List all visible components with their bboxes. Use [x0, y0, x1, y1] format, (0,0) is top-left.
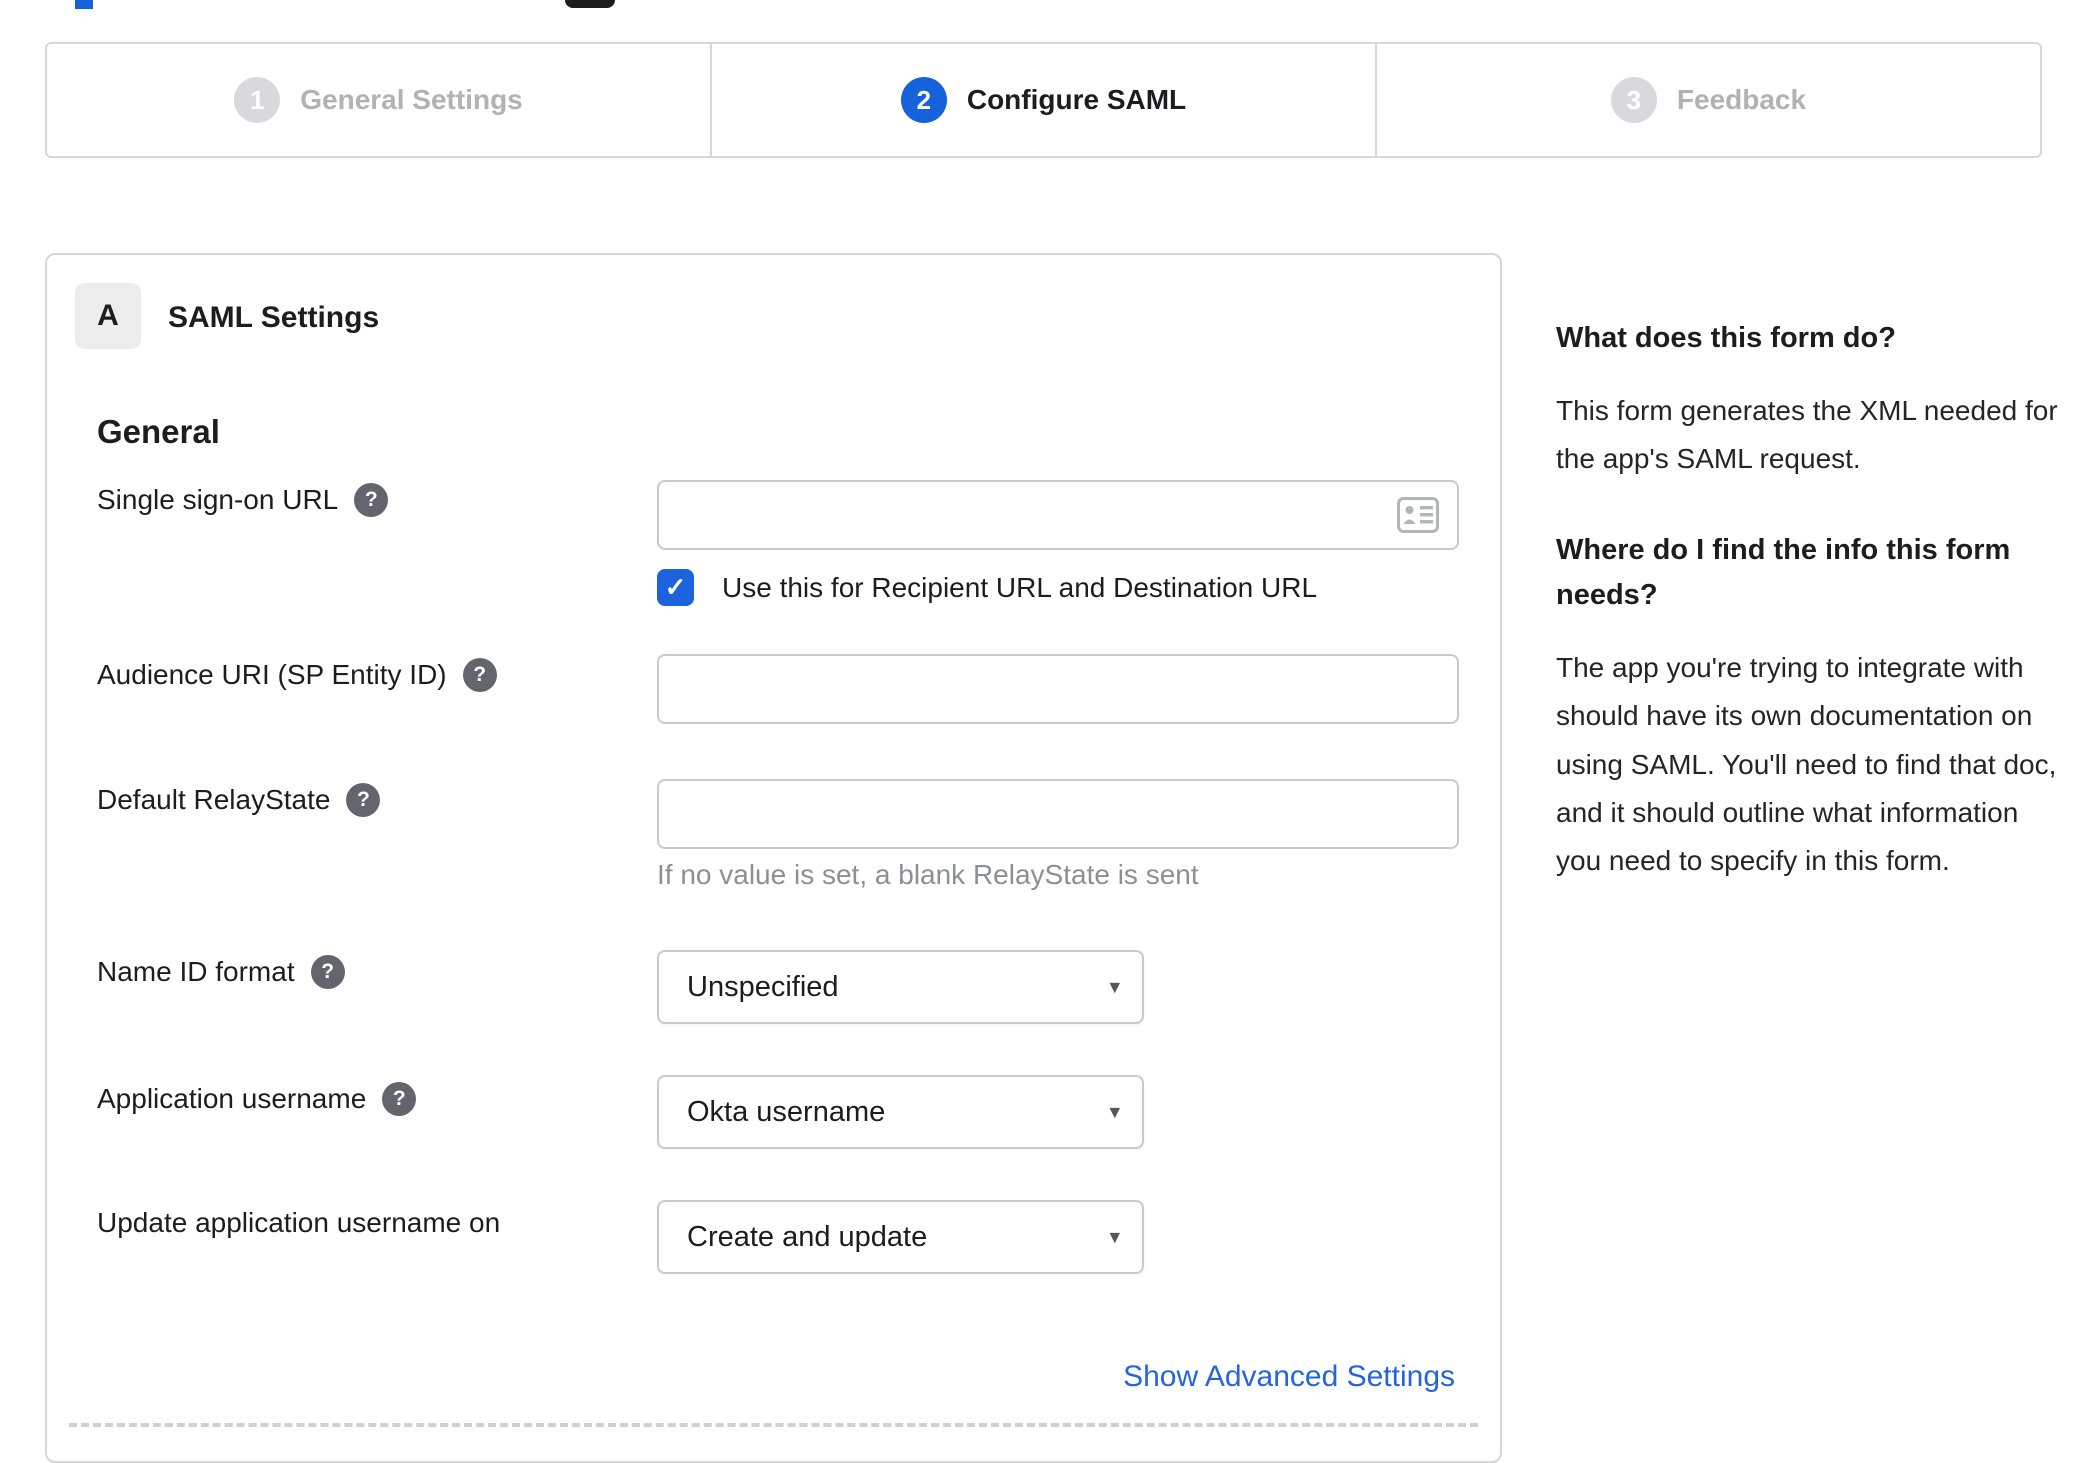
help-sidebar: What does this form do? This form genera… — [1556, 316, 2064, 930]
relay-state-help-icon[interactable]: ? — [346, 783, 381, 817]
sso-url-input-wrap — [657, 480, 1459, 550]
chevron-down-icon: ▾ — [1109, 1100, 1120, 1124]
relay-state-input[interactable] — [657, 779, 1459, 849]
wizard-stepper: 1 General Settings 2 Configure SAML 3 Fe… — [45, 42, 2042, 158]
panel-title: SAML Settings — [168, 301, 380, 334]
update-username-value: Create and update — [687, 1220, 928, 1253]
step-label: Feedback — [1676, 84, 1807, 115]
relay-state-hint: If no value is set, a blank RelayState i… — [657, 859, 1199, 890]
update-username-label-row: Update application username on — [97, 1207, 500, 1239]
application-username-value: Okta username — [687, 1095, 886, 1128]
dashed-section-divider — [69, 1423, 1478, 1427]
name-id-format-help-icon[interactable]: ? — [310, 955, 345, 989]
top-edge-artifact-blue — [75, 0, 93, 9]
audience-uri-label: Audience URI (SP Entity ID) — [97, 659, 447, 690]
step-label: General Settings — [300, 84, 523, 115]
chevron-down-icon: ▾ — [1109, 1225, 1120, 1249]
relay-state-label-row: Default RelayState ? — [97, 783, 381, 817]
name-id-format-label-row: Name ID format ? — [97, 955, 345, 989]
application-username-label-row: Application username ? — [97, 1082, 417, 1116]
top-edge-artifact-dark — [565, 0, 615, 8]
application-username-label: Application username — [97, 1083, 367, 1114]
recipient-url-checkbox-label: Use this for Recipient URL and Destinati… — [722, 571, 1318, 603]
sidebar-body-where: The app you're trying to integrate with … — [1556, 651, 2057, 877]
sso-url-label: Single sign-on URL — [97, 484, 339, 515]
audience-uri-label-row: Audience URI (SP Entity ID) ? — [97, 658, 497, 692]
section-a-badge: A — [75, 283, 141, 349]
sidebar-body-what: This form generates the XML needed for t… — [1556, 394, 2058, 475]
saml-settings-panel: A SAML Settings General Single sign-on U… — [45, 253, 1502, 1463]
name-id-format-value: Unspecified — [687, 970, 839, 1003]
update-username-select[interactable]: Create and update ▾ — [657, 1200, 1144, 1274]
sidebar-heading-where: Where do I find the info this form needs… — [1556, 533, 2011, 611]
step-label: Configure SAML — [966, 84, 1187, 115]
contact-card-icon[interactable] — [1397, 497, 1439, 533]
step-general-settings[interactable]: 1 General Settings — [47, 44, 710, 156]
name-id-format-select[interactable]: Unspecified ▾ — [657, 950, 1144, 1024]
sso-url-label-row: Single sign-on URL ? — [97, 483, 389, 517]
chevron-down-icon: ▾ — [1109, 975, 1120, 999]
application-username-select[interactable]: Okta username ▾ — [657, 1075, 1144, 1149]
application-username-help-icon[interactable]: ? — [382, 1082, 417, 1116]
audience-uri-help-icon[interactable]: ? — [462, 658, 497, 692]
general-section-title: General — [97, 413, 220, 450]
sidebar-heading-what: What does this form do? — [1556, 322, 1896, 354]
audience-uri-input[interactable] — [657, 654, 1459, 724]
step-number-badge: 1 — [234, 77, 281, 123]
step-feedback[interactable]: 3 Feedback — [1375, 44, 2040, 156]
sso-url-help-icon[interactable]: ? — [354, 483, 389, 517]
step-number-badge: 2 — [900, 77, 947, 123]
step-number-badge: 3 — [1610, 77, 1657, 123]
step-configure-saml[interactable]: 2 Configure SAML — [710, 44, 1375, 156]
name-id-format-label: Name ID format — [97, 956, 295, 987]
relay-state-label: Default RelayState — [97, 784, 331, 815]
show-advanced-settings-link[interactable]: Show Advanced Settings — [1123, 1360, 1455, 1394]
sso-url-input[interactable] — [657, 480, 1459, 550]
recipient-url-checkbox-row: ✓ Use this for Recipient URL and Destina… — [657, 569, 1317, 606]
recipient-url-checkbox[interactable]: ✓ — [657, 569, 694, 606]
update-username-label: Update application username on — [97, 1207, 501, 1238]
